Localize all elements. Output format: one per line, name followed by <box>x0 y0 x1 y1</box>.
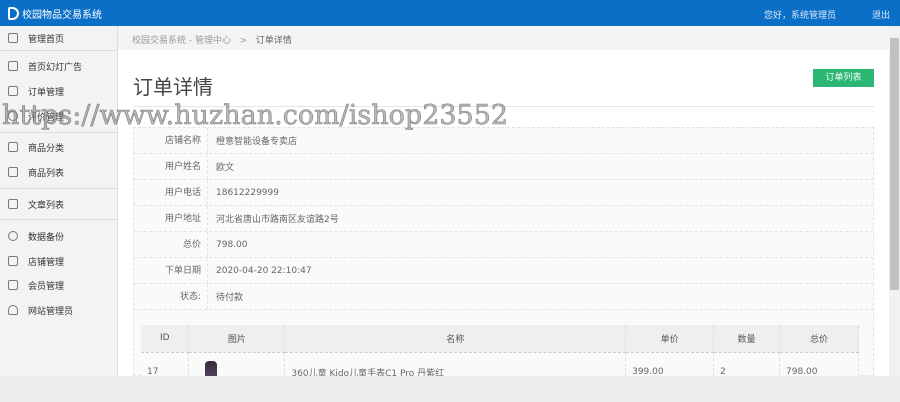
info-row-total: 总价 798.00 <box>134 232 873 258</box>
divider <box>0 219 118 220</box>
app-title: 校园物品交易系统 <box>22 10 102 21</box>
image-icon <box>8 61 18 71</box>
column-header: 总价 <box>779 325 859 353</box>
logo-icon <box>8 7 19 20</box>
info-label: 用户电话 <box>134 180 208 205</box>
info-value: 河北省唐山市路南区友谊路2号 <box>216 215 339 225</box>
top-header: 校园物品交易系统 您好，系统管理员 退出 <box>0 0 900 26</box>
info-row-store: 店铺名称 橙意智能设备专卖店 <box>134 128 873 154</box>
user-icon <box>8 305 18 315</box>
home-icon <box>8 33 18 43</box>
greeting: 您好，系统管理员 <box>763 11 836 21</box>
divider <box>0 50 118 51</box>
info-row-name: 用户姓名 欧文 <box>134 154 873 180</box>
book-icon <box>8 280 18 290</box>
info-row-date: 下单日期 2020-04-20 22:10:47 <box>134 258 873 284</box>
info-value: 待付款 <box>216 293 244 303</box>
info-label: 用户地址 <box>134 206 208 231</box>
sidebar-item-label: 订单管理 <box>28 87 65 98</box>
info-row-address: 用户地址 河北省唐山市路南区友谊路2号 <box>134 206 873 232</box>
sidebar-item-label: 店铺管理 <box>28 257 65 268</box>
column-header: 名称 <box>284 325 627 353</box>
column-header: 数量 <box>713 325 780 353</box>
sidebar: 管理首页 首页幻灯广告 订单管理 评价管理 商品分类 商品列表 文章列表 数据备… <box>0 26 118 402</box>
breadcrumb-root[interactable]: 校园交易系统 - 管理中心 <box>132 36 231 46</box>
sidebar-item-reviews[interactable]: 评价管理 <box>0 106 118 126</box>
column-header: 单价 <box>625 325 715 353</box>
info-value: 798.00 <box>216 239 248 250</box>
sidebar-item-articles[interactable]: 文章列表 <box>0 194 118 214</box>
sidebar-item-products[interactable]: 商品列表 <box>0 162 118 182</box>
scrollbar-thumb[interactable] <box>890 38 899 290</box>
divider <box>0 132 118 133</box>
info-value: 2020-04-20 22:10:47 <box>216 265 312 276</box>
store-icon <box>8 256 18 266</box>
share-icon <box>8 111 18 121</box>
apps-icon <box>8 167 18 177</box>
sidebar-item-categories[interactable]: 商品分类 <box>0 137 118 157</box>
divider <box>133 106 874 107</box>
file-icon <box>8 199 18 209</box>
sidebar-item-label: 数据备份 <box>28 232 65 243</box>
info-label: 用户姓名 <box>134 154 208 179</box>
sidebar-item-members[interactable]: 会员管理 <box>0 275 118 295</box>
sidebar-item-orders[interactable]: 订单管理 <box>0 81 118 101</box>
info-label: 状态: <box>134 284 208 309</box>
info-label: 店铺名称 <box>134 128 208 153</box>
logo[interactable]: 校园物品交易系统 <box>8 6 102 21</box>
sidebar-item-slides[interactable]: 首页幻灯广告 <box>0 56 118 76</box>
info-label: 下单日期 <box>134 258 208 283</box>
page-title: 订单详情 <box>133 75 213 99</box>
info-value: 欧文 <box>216 163 235 173</box>
info-row-status: 状态: 待付款 <box>134 284 873 310</box>
breadcrumb: 校园交易系统 - 管理中心 > 订单详情 <box>118 26 889 50</box>
sidebar-item-stores[interactable]: 店铺管理 <box>0 251 118 271</box>
sidebar-item-admins[interactable]: 网站管理员 <box>0 300 118 320</box>
info-value: 18612229999 <box>216 187 279 198</box>
column-header: ID <box>141 325 190 353</box>
sidebar-item-label: 评价管理 <box>28 112 65 123</box>
logout-link[interactable]: 退出 <box>872 8 890 21</box>
column-header: 图片 <box>188 325 286 353</box>
sidebar-item-label: 会员管理 <box>28 281 65 292</box>
sidebar-item-label: 商品分类 <box>28 143 65 154</box>
breadcrumb-separator: > <box>239 36 248 46</box>
sidebar-item-label: 商品列表 <box>28 168 65 179</box>
sidebar-item-home[interactable]: 管理首页 <box>0 28 118 48</box>
info-value: 橙意智能设备专卖店 <box>216 137 298 147</box>
sidebar-item-backup[interactable]: 数据备份 <box>0 226 118 246</box>
sidebar-item-label: 首页幻灯广告 <box>28 62 83 73</box>
table-header-row: ID 图片 名称 单价 数量 总价 <box>141 325 859 353</box>
sidebar-item-label: 文章列表 <box>28 200 65 211</box>
divider <box>0 188 118 189</box>
sidebar-item-label: 网站管理员 <box>28 306 74 317</box>
bottom-bar <box>0 376 900 402</box>
breadcrumb-current: 订单详情 <box>255 36 292 46</box>
grid-icon <box>8 142 18 152</box>
info-label: 总价 <box>134 232 208 257</box>
order-list-button[interactable]: 订单列表 <box>813 69 874 87</box>
sidebar-item-label: 管理首页 <box>28 34 65 45</box>
refresh-icon <box>8 231 18 241</box>
info-row-phone: 用户电话 18612229999 <box>134 180 873 206</box>
list-icon <box>8 86 18 96</box>
